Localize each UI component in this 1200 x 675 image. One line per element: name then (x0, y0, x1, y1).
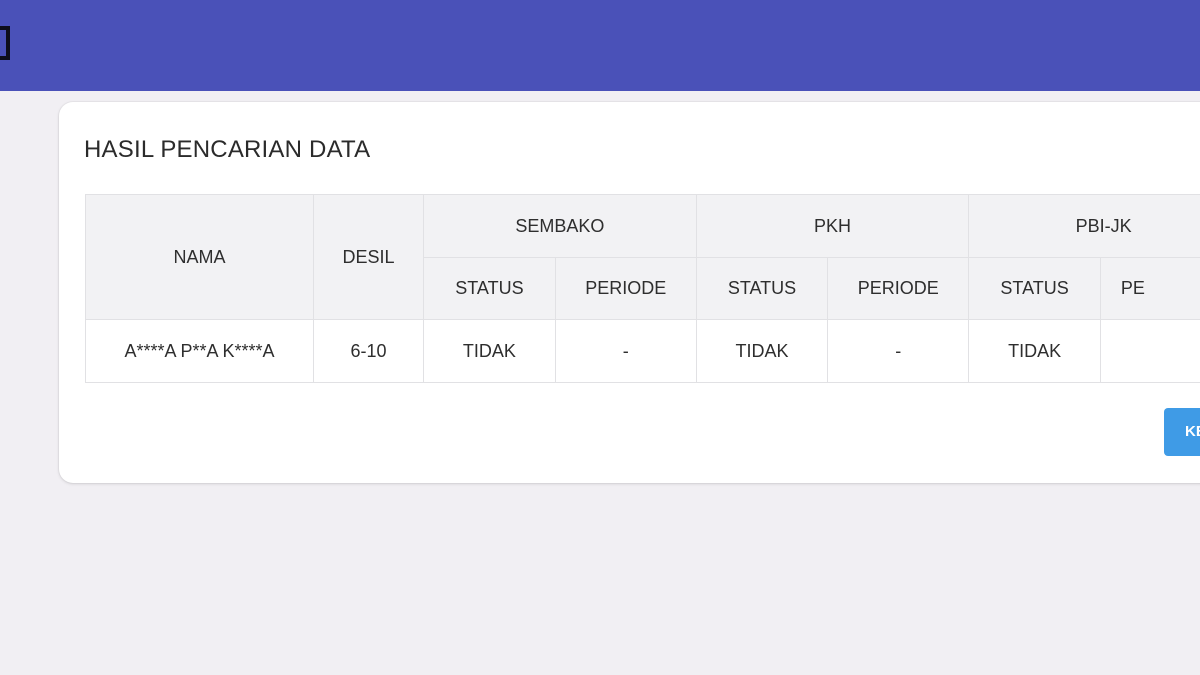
cell-sembako-status: TIDAK (423, 319, 556, 383)
column-header-desil: DESIL (312, 194, 425, 320)
cell-nama: A****A P**A K****A (85, 319, 314, 383)
subheader-sembako-status: STATUS (423, 257, 556, 320)
subheader-sembako-periode: PERIODE (554, 257, 697, 320)
subheader-pkh-status: STATUS (695, 257, 829, 320)
subheader-pbijk-status: STATUS (968, 257, 1101, 320)
table-row: A****A P**A K****A 6-10 TIDAK - TIDAK - … (85, 319, 1200, 383)
cell-desil: 6-10 (312, 319, 425, 383)
subheader-pbijk-periode: PE (1099, 257, 1200, 320)
cell-pbijk-periode (1099, 319, 1200, 383)
top-app-bar (0, 0, 1200, 91)
app-logo[interactable] (0, 26, 12, 66)
cell-pbijk-status: TIDAK (968, 319, 1101, 383)
page-title: HASIL PENCARIAN DATA (84, 136, 371, 163)
subheader-pkh-periode: PERIODE (827, 257, 970, 320)
group-header-sembako: SEMBAKO (423, 194, 697, 258)
column-header-nama: NAMA (85, 194, 314, 320)
cell-pkh-periode: - (827, 319, 970, 383)
results-table: NAMA DESIL SEMBAKO PKH PBI-JK STATUS PER… (85, 194, 1200, 383)
group-header-pkh: PKH (695, 194, 970, 258)
cell-pkh-status: TIDAK (695, 319, 829, 383)
group-header-pbi-jk: PBI-JK (968, 194, 1200, 258)
cell-sembako-periode: - (554, 319, 697, 383)
table-header-row: NAMA DESIL SEMBAKO PKH PBI-JK (85, 194, 1200, 320)
action-button[interactable]: KE (1164, 408, 1200, 456)
results-card: HASIL PENCARIAN DATA NAMA DESIL SEMBAKO … (59, 102, 1200, 483)
logo-mark-icon (0, 26, 10, 60)
